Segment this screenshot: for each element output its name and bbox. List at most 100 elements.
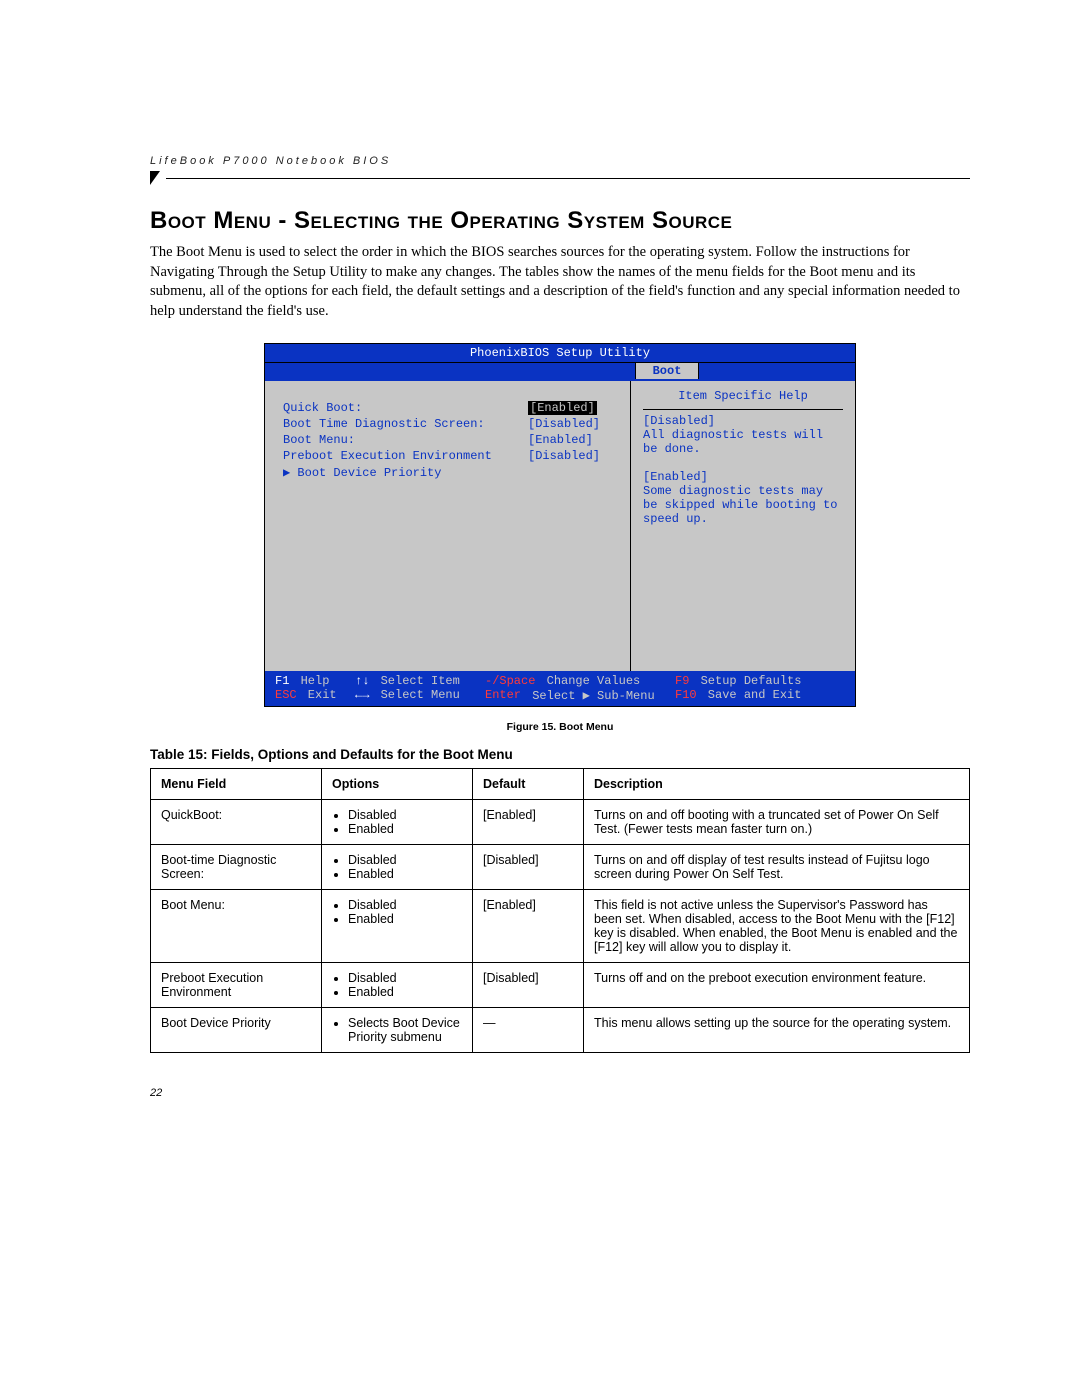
bios-footer-item: Enter Select ▶ Sub-Menu xyxy=(485,688,675,703)
th-description: Description xyxy=(584,769,970,800)
table-row: Preboot Execution EnvironmentDisabledEna… xyxy=(151,963,970,1008)
bios-help-text: [Disabled]All diagnostic tests will be d… xyxy=(643,414,843,526)
option-item: Disabled xyxy=(348,808,462,822)
option-item: Enabled xyxy=(348,985,462,999)
table-row: QuickBoot:DisabledEnabled[Enabled]Turns … xyxy=(151,800,970,845)
bios-footer-key: -/Space xyxy=(485,674,535,688)
bios-settings-panel: Quick Boot:[Enabled]Boot Time Diagnostic… xyxy=(265,381,631,671)
cell-description: Turns off and on the preboot execution e… xyxy=(584,963,970,1008)
cell-default: — xyxy=(473,1008,584,1053)
th-options: Options xyxy=(322,769,473,800)
table-header-row: Menu Field Options Default Description xyxy=(151,769,970,800)
bios-setting-value xyxy=(528,465,618,480)
option-item: Selects Boot Device Priority submenu xyxy=(348,1016,462,1044)
cell-menu-field: Preboot Execution Environment xyxy=(151,963,322,1008)
bios-help-heading: Item Specific Help xyxy=(643,389,843,410)
bios-setting-value: [Disabled] xyxy=(528,449,618,463)
page-number: 22 xyxy=(150,1087,970,1099)
bios-footer-key: F10 xyxy=(675,688,697,703)
option-item: Enabled xyxy=(348,912,462,926)
bios-setting-row: Preboot Execution Environment[Disabled] xyxy=(283,449,618,463)
bios-help-line: [Enabled] xyxy=(643,470,843,484)
bios-help-line: Some diagnostic tests may be skipped whi… xyxy=(643,484,843,526)
bios-footer-key: F1 xyxy=(275,674,289,688)
cell-description: Turns on and off booting with a truncate… xyxy=(584,800,970,845)
bios-setting-label: Quick Boot: xyxy=(283,401,528,415)
cell-menu-field: Boot-time Diagnostic Screen: xyxy=(151,845,322,890)
intro-paragraph: The Boot Menu is used to select the orde… xyxy=(150,243,970,321)
header-rule xyxy=(150,171,970,185)
bios-active-tab: Boot xyxy=(635,363,699,379)
bios-footer-item: -/Space Change Values xyxy=(485,674,675,688)
bios-setting-row: ▶ Boot Device Priority xyxy=(283,465,618,480)
cell-menu-field: QuickBoot: xyxy=(151,800,322,845)
bios-footer-key: ↑↓ xyxy=(355,674,369,688)
bios-footer-item: F10 Save and Exit xyxy=(675,688,845,703)
bios-setting-label: Boot Menu: xyxy=(283,433,528,447)
page: LifeBook P7000 Notebook BIOS Boot Menu -… xyxy=(0,0,1080,1159)
triangle-marker-icon xyxy=(150,171,160,185)
option-item: Disabled xyxy=(348,853,462,867)
option-item: Enabled xyxy=(348,867,462,881)
bios-footer-text: Help xyxy=(293,674,329,688)
table-row: Boot-time Diagnostic Screen:DisabledEnab… xyxy=(151,845,970,890)
cell-description: Turns on and off display of test results… xyxy=(584,845,970,890)
bios-footer: F1 Help↑↓ Select Item-/Space Change Valu… xyxy=(265,671,855,706)
option-item: Disabled xyxy=(348,898,462,912)
cell-options: DisabledEnabled xyxy=(322,845,473,890)
option-item: Enabled xyxy=(348,822,462,836)
th-menu-field: Menu Field xyxy=(151,769,322,800)
bios-setting-label: Preboot Execution Environment xyxy=(283,449,528,463)
figure-caption: Figure 15. Boot Menu xyxy=(150,721,970,733)
bios-footer-text: Save and Exit xyxy=(701,688,802,703)
cell-description: This field is not active unless the Supe… xyxy=(584,890,970,963)
bios-setting-value: [Disabled] xyxy=(528,417,618,431)
cell-description: This menu allows setting up the source f… xyxy=(584,1008,970,1053)
cell-options: DisabledEnabled xyxy=(322,963,473,1008)
option-item: Disabled xyxy=(348,971,462,985)
table-caption: Table 15: Fields, Options and Defaults f… xyxy=(150,747,970,762)
bios-help-line: All diagnostic tests will be done. xyxy=(643,428,843,456)
cell-default: [Disabled] xyxy=(473,845,584,890)
bios-footer-text: Select Item xyxy=(373,674,459,688)
bios-body: Quick Boot:[Enabled]Boot Time Diagnostic… xyxy=(265,381,855,671)
bios-footer-text: Select ▶ Sub-Menu xyxy=(525,688,655,703)
bios-setting-row: Quick Boot:[Enabled] xyxy=(283,401,618,415)
running-head: LifeBook P7000 Notebook BIOS xyxy=(150,155,970,167)
bios-setting-label: Boot Time Diagnostic Screen: xyxy=(283,417,528,431)
table-row: Boot Menu:DisabledEnabled[Enabled]This f… xyxy=(151,890,970,963)
cell-default: [Disabled] xyxy=(473,963,584,1008)
bios-footer-item: F1 Help xyxy=(275,674,355,688)
bios-setting-value: [Enabled] xyxy=(528,433,618,447)
cell-options: DisabledEnabled xyxy=(322,800,473,845)
bios-setting-row: Boot Menu:[Enabled] xyxy=(283,433,618,447)
bios-utility-title: PhoenixBIOS Setup Utility xyxy=(265,344,855,363)
horizontal-rule xyxy=(166,178,970,179)
bios-screenshot: PhoenixBIOS Setup Utility Boot Quick Boo… xyxy=(264,343,856,707)
bios-setting-value: [Enabled] xyxy=(528,401,618,415)
bios-tab-row: Boot xyxy=(265,363,855,381)
bios-footer-item: ←→ Select Menu xyxy=(355,688,485,703)
bios-footer-key: Enter xyxy=(485,688,521,703)
bios-footer-item: ↑↓ Select Item xyxy=(355,674,485,688)
bios-footer-item: ESC Exit xyxy=(275,688,355,703)
bios-footer-text: Exit xyxy=(301,688,337,703)
bios-footer-key: F9 xyxy=(675,674,689,688)
cell-default: [Enabled] xyxy=(473,890,584,963)
bios-titlebar: PhoenixBIOS Setup Utility Boot xyxy=(265,344,855,381)
table-row: Boot Device Priority Selects Boot Device … xyxy=(151,1008,970,1053)
th-default: Default xyxy=(473,769,584,800)
bios-help-panel: Item Specific Help [Disabled]All diagnos… xyxy=(631,381,855,671)
bios-footer-text: Setup Defaults xyxy=(693,674,801,688)
cell-default: [Enabled] xyxy=(473,800,584,845)
bios-footer-key: ESC xyxy=(275,688,297,703)
bios-help-line: [Disabled] xyxy=(643,414,843,428)
section-title: Boot Menu - Selecting the Operating Syst… xyxy=(150,207,970,235)
cell-options: DisabledEnabled xyxy=(322,890,473,963)
bios-footer-item: F9 Setup Defaults xyxy=(675,674,845,688)
bios-footer-key: ←→ xyxy=(355,688,369,703)
bios-setting-label: ▶ Boot Device Priority xyxy=(283,465,528,480)
cell-menu-field: Boot Device Priority xyxy=(151,1008,322,1053)
cell-menu-field: Boot Menu: xyxy=(151,890,322,963)
bios-footer-text: Change Values xyxy=(539,674,640,688)
